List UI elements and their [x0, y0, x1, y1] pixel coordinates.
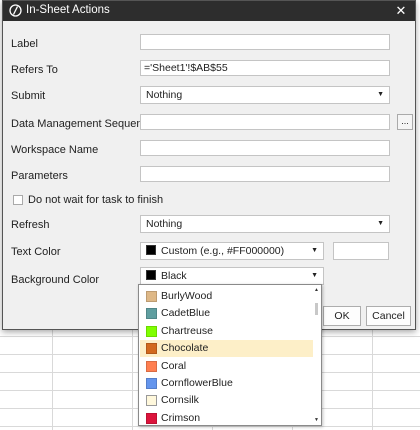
- chevron-down-icon: ▼: [311, 272, 318, 279]
- color-swatch: [146, 291, 157, 302]
- dropdown-item-label: Coral: [161, 359, 187, 372]
- cancel-button[interactable]: Cancel: [366, 306, 411, 326]
- dropdown-item[interactable]: CornflowerBlue: [140, 375, 313, 392]
- dropdown-item-label: CornflowerBlue: [161, 377, 233, 389]
- ok-button[interactable]: OK: [323, 306, 361, 326]
- background-color-label: Background Color: [11, 274, 100, 286]
- color-swatch: [146, 343, 157, 355]
- chevron-down-icon: ▼: [311, 247, 318, 254]
- background-color-select-value: Black: [161, 270, 187, 282]
- refresh-select[interactable]: Nothing ▼: [140, 215, 390, 233]
- refers-to-input[interactable]: ='Sheet1'!$AB$55: [140, 60, 390, 76]
- scrollbar-thumb[interactable]: [315, 303, 318, 315]
- text-color-swatch: [146, 245, 156, 255]
- background-color-swatch: [146, 270, 156, 280]
- dialog-titlebar: In-Sheet Actions ✕: [3, 1, 415, 21]
- chevron-down-icon: ▼: [377, 91, 384, 98]
- dropdown-item-label: Crimson: [161, 411, 201, 424]
- text-color-label: Text Color: [11, 246, 61, 258]
- in-sheet-actions-dialog: In-Sheet Actions ✕ Label Refers To ='She…: [2, 0, 416, 330]
- dropdown-item[interactable]: Cornsilk: [140, 392, 313, 409]
- background-color-select[interactable]: Black ▼: [140, 267, 324, 285]
- label-input[interactable]: [140, 34, 390, 50]
- workspace-name-input[interactable]: [140, 140, 390, 156]
- dropdown-item-label: CadetBlue: [161, 307, 211, 320]
- text-color-select-value: Custom (e.g., #FF000000): [161, 245, 285, 257]
- refresh-label: Refresh: [11, 219, 50, 231]
- dropdown-item-label: Chartreuse: [161, 324, 213, 337]
- color-swatch: [146, 308, 157, 320]
- label-field-label: Label: [11, 38, 38, 50]
- dropdown-item[interactable]: Coral: [140, 358, 313, 375]
- dms-input[interactable]: [140, 114, 390, 130]
- dropdown-item[interactable]: Crimson: [140, 410, 313, 425]
- scroll-up-icon[interactable]: ▲: [313, 286, 320, 294]
- dropdown-item[interactable]: BurlyWood: [140, 288, 313, 305]
- background-color-dropdown-list[interactable]: ▲ ▼ BurlyWood CadetBlue Chartreuse Chocolat…: [138, 284, 322, 426]
- do-not-wait-checkbox[interactable]: [13, 195, 23, 205]
- refers-to-label: Refers To: [11, 64, 58, 76]
- dropdown-item-label: BurlyWood: [161, 290, 213, 302]
- text-color-custom-input[interactable]: [333, 242, 389, 260]
- color-swatch: [146, 378, 157, 389]
- color-swatch: [146, 325, 157, 337]
- dms-browse-button[interactable]: ...: [397, 114, 413, 130]
- text-color-select[interactable]: Custom (e.g., #FF000000) ▼: [140, 242, 324, 260]
- submit-select[interactable]: Nothing ▼: [140, 86, 390, 104]
- scroll-down-icon[interactable]: ▼: [313, 416, 320, 424]
- do-not-wait-label: Do not wait for task to finish: [28, 194, 164, 206]
- dropdown-item-label: Cornsilk: [161, 394, 199, 407]
- dropdown-item[interactable]: Chartreuse: [140, 323, 313, 340]
- parameters-label: Parameters: [11, 170, 68, 182]
- workspace-name-label: Workspace Name: [11, 144, 99, 156]
- submit-select-value: Nothing: [146, 89, 183, 101]
- dropdown-item-label: Chocolate: [161, 342, 209, 355]
- dropdown-item[interactable]: CadetBlue: [140, 305, 313, 322]
- chevron-down-icon: ▼: [377, 220, 384, 227]
- dropdown-item[interactable]: Chocolate: [140, 340, 313, 358]
- close-button[interactable]: ✕: [393, 2, 409, 19]
- dms-label: Data Management Sequence: [11, 118, 155, 130]
- parameters-input[interactable]: [140, 166, 390, 182]
- app-logo-icon: [9, 4, 22, 17]
- submit-label: Submit: [11, 90, 46, 102]
- color-swatch: [146, 395, 157, 407]
- dropdown-scrollbar[interactable]: ▲ ▼: [313, 286, 320, 424]
- color-swatch: [146, 412, 157, 424]
- dialog-title: In-Sheet Actions: [26, 4, 110, 16]
- refresh-select-value: Nothing: [146, 218, 183, 230]
- color-swatch: [146, 360, 157, 372]
